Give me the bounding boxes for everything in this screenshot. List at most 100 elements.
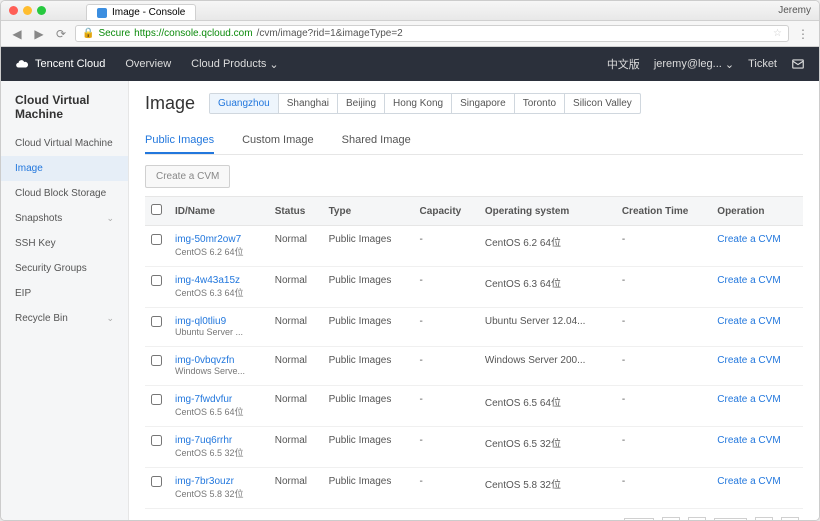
layout: Cloud Virtual Machine Cloud Virtual Mach… — [1, 81, 819, 520]
window-controls — [9, 6, 46, 15]
cell-os: Windows Server 200... — [479, 347, 616, 386]
row-checkbox[interactable] — [151, 476, 162, 487]
table-row: img-7fwdvfurCentOS 6.5 64位NormalPublic I… — [145, 386, 803, 427]
next-page-button[interactable]: ▸ — [755, 517, 773, 520]
create-cvm-link[interactable]: Create a CVM — [717, 355, 780, 366]
region-tab-hongkong[interactable]: Hong Kong — [385, 94, 452, 113]
nav-overview[interactable]: Overview — [125, 58, 171, 70]
nav-account-label: jeremy@leg... — [654, 58, 722, 70]
create-cvm-link[interactable]: Create a CVM — [717, 394, 780, 405]
address-bar-row: ◀ ▶ ⟳ 🔒 Secure https://console.qcloud.co… — [1, 21, 819, 47]
create-cvm-link[interactable]: Create a CVM — [717, 275, 780, 286]
bookmark-star-icon[interactable]: ☆ — [773, 28, 782, 39]
row-checkbox[interactable] — [151, 355, 162, 366]
forward-button[interactable]: ▶ — [31, 26, 47, 42]
tab-shared-image[interactable]: Shared Image — [342, 128, 411, 154]
page-indicator[interactable]: 1/3 ▾ — [714, 518, 747, 521]
table-row: img-0vbqvzfnWindows Serve...NormalPublic… — [145, 347, 803, 386]
first-page-button[interactable]: |◂ — [662, 517, 680, 520]
image-id-link[interactable]: img-50mr2ow7 — [175, 234, 263, 245]
browser-menu-icon[interactable]: ⋮ — [795, 26, 811, 42]
row-checkbox[interactable] — [151, 275, 162, 286]
sidebar-item-snapshots[interactable]: Snapshots ⌄ — [1, 206, 128, 231]
image-name: Ubuntu Server ... — [175, 327, 243, 337]
create-cvm-link[interactable]: Create a CVM — [717, 476, 780, 487]
cell-status: Normal — [269, 308, 323, 347]
cell-type: Public Images — [323, 347, 414, 386]
page-header: Image Guangzhou Shanghai Beijing Hong Ko… — [145, 93, 803, 114]
chevron-down-icon: ⌄ — [725, 58, 734, 71]
lines-per-page-select[interactable]: 20 ▾ — [624, 518, 654, 521]
image-id-link[interactable]: img-ql0tliu9 — [175, 316, 263, 327]
sidebar-item-label: Recycle Bin — [15, 313, 68, 324]
image-id-link[interactable]: img-7uq6rrhr — [175, 435, 263, 446]
cell-os: CentOS 6.2 64位 — [479, 226, 616, 267]
address-bar[interactable]: 🔒 Secure https://console.qcloud.com/cvm/… — [75, 25, 789, 42]
prev-page-button[interactable]: ◂ — [688, 517, 706, 520]
image-id-link[interactable]: img-7br3ouzr — [175, 476, 263, 487]
create-cvm-link[interactable]: Create a CVM — [717, 435, 780, 446]
cell-os: CentOS 6.3 64位 — [479, 267, 616, 308]
image-id-link[interactable]: img-0vbqvzfn — [175, 355, 263, 366]
sidebar-item-cbs[interactable]: Cloud Block Storage — [1, 181, 128, 206]
sidebar-item-eip[interactable]: EIP — [1, 281, 128, 306]
chrome-profile-name[interactable]: Jeremy — [778, 5, 811, 16]
row-checkbox[interactable] — [151, 394, 162, 405]
brand-logo[interactable]: Tencent Cloud — [15, 57, 105, 71]
tab-public-images[interactable]: Public Images — [145, 128, 214, 154]
create-cvm-link[interactable]: Create a CVM — [717, 234, 780, 245]
reload-button[interactable]: ⟳ — [53, 26, 69, 42]
close-window-button[interactable] — [9, 6, 18, 15]
sidebar-item-security-groups[interactable]: Security Groups — [1, 256, 128, 281]
cell-ctime: - — [616, 468, 711, 509]
cell-capacity: - — [414, 347, 479, 386]
region-tab-shanghai[interactable]: Shanghai — [279, 94, 338, 113]
cell-os: Ubuntu Server 12.04... — [479, 308, 616, 347]
table-header-row: ID/Name Status Type Capacity Operating s… — [145, 197, 803, 226]
cell-capacity: - — [414, 468, 479, 509]
region-tab-silicon-valley[interactable]: Silicon Valley — [565, 94, 640, 113]
tab-custom-image[interactable]: Custom Image — [242, 128, 314, 154]
image-id-link[interactable]: img-4w43a15z — [175, 275, 263, 286]
image-table: ID/Name Status Type Capacity Operating s… — [145, 196, 803, 509]
region-tab-beijing[interactable]: Beijing — [338, 94, 385, 113]
maximize-window-button[interactable] — [37, 6, 46, 15]
cell-status: Normal — [269, 347, 323, 386]
main-content: Image Guangzhou Shanghai Beijing Hong Ko… — [129, 81, 819, 520]
nav-ticket[interactable]: Ticket — [748, 58, 777, 70]
create-cvm-link[interactable]: Create a CVM — [717, 316, 780, 327]
mail-icon[interactable] — [791, 57, 805, 71]
sidebar-item-ssh[interactable]: SSH Key — [1, 231, 128, 256]
image-id-link[interactable]: img-7fwdvfur — [175, 394, 263, 405]
sidebar-item-cvm[interactable]: Cloud Virtual Machine — [1, 131, 128, 156]
back-button[interactable]: ◀ — [9, 26, 25, 42]
row-checkbox[interactable] — [151, 435, 162, 446]
nav-account[interactable]: jeremy@leg... ⌄ — [654, 58, 734, 71]
browser-tab[interactable]: Image - Console — [86, 4, 196, 20]
browser-titlebar: Image - Console Jeremy — [1, 1, 819, 21]
chevron-down-icon: ⌄ — [106, 313, 114, 324]
region-tab-toronto[interactable]: Toronto — [515, 94, 565, 113]
nav-language[interactable]: 中文版 — [607, 56, 640, 72]
toolbar: Create a CVM — [145, 165, 803, 188]
cell-ctime: - — [616, 226, 711, 267]
sidebar-item-recycle-bin[interactable]: Recycle Bin ⌄ — [1, 306, 128, 331]
row-checkbox[interactable] — [151, 234, 162, 245]
minimize-window-button[interactable] — [23, 6, 32, 15]
last-page-button[interactable]: ▸| — [781, 517, 799, 520]
region-tab-guangzhou[interactable]: Guangzhou — [210, 94, 279, 113]
cell-status: Normal — [269, 386, 323, 427]
brand-text: Tencent Cloud — [35, 58, 105, 70]
select-all-checkbox[interactable] — [151, 204, 162, 215]
image-name: CentOS 6.2 64位 — [175, 247, 244, 257]
region-tab-singapore[interactable]: Singapore — [452, 94, 515, 113]
nav-cloud-products[interactable]: Cloud Products ⌄ — [191, 58, 278, 71]
col-creation-time: Creation Time — [616, 197, 711, 226]
cell-ctime: - — [616, 427, 711, 468]
table-row: img-50mr2ow7CentOS 6.2 64位NormalPublic I… — [145, 226, 803, 267]
create-cvm-button[interactable]: Create a CVM — [145, 165, 230, 188]
sidebar-item-image[interactable]: Image — [1, 156, 128, 181]
row-checkbox[interactable] — [151, 316, 162, 327]
cell-os: CentOS 5.8 32位 — [479, 468, 616, 509]
table-footer: Selected0, Total42 items Lines per page:… — [145, 509, 803, 520]
